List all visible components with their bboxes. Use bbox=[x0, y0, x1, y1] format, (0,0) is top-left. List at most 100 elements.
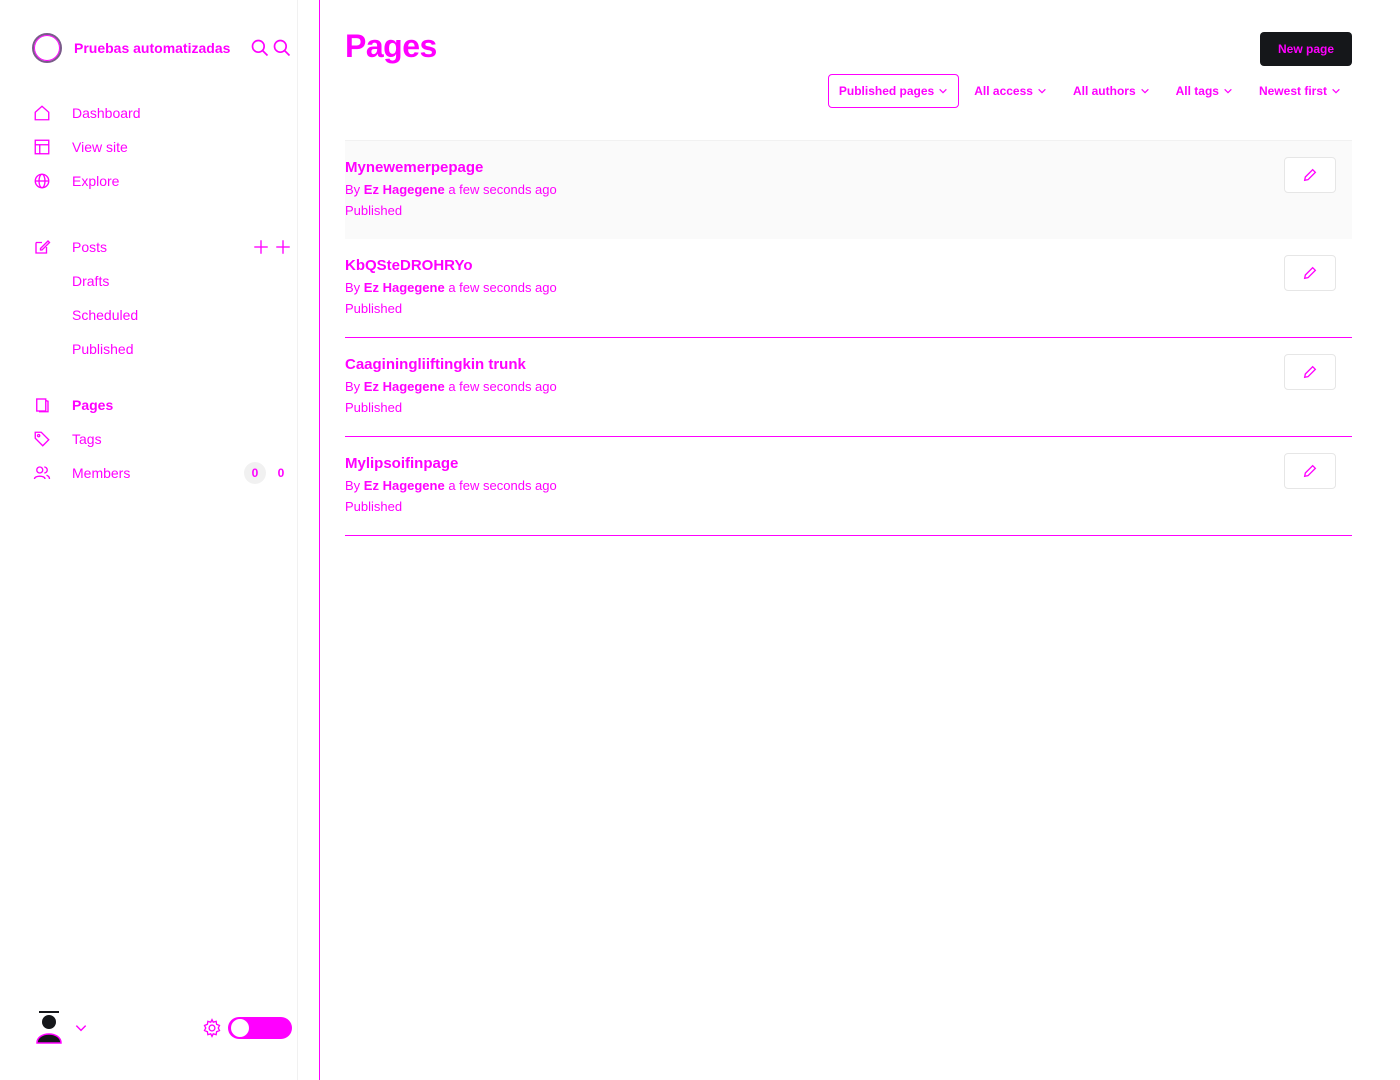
chevron-down-icon bbox=[1224, 88, 1232, 94]
filter-label: Newest first bbox=[1258, 84, 1327, 98]
page-time: a few seconds ago bbox=[448, 280, 557, 295]
nav-label: View site bbox=[72, 139, 128, 155]
chevron-down-icon bbox=[939, 88, 948, 94]
nav-label: Explore bbox=[72, 173, 120, 189]
nav-item-members[interactable]: Members 0 0 bbox=[32, 456, 292, 490]
search-button[interactable] bbox=[250, 38, 292, 58]
pencil-icon bbox=[1303, 365, 1317, 379]
filter-label: All authors bbox=[1072, 84, 1136, 98]
new-post-button[interactable] bbox=[252, 238, 292, 256]
nav-item-published[interactable]: Published bbox=[32, 332, 292, 366]
filter-label: All tags bbox=[1175, 84, 1219, 98]
filter-label: All access bbox=[974, 84, 1033, 98]
nav-item-view-site[interactable]: View site bbox=[32, 130, 292, 164]
main-content: Pages New page Published pages All acces… bbox=[345, 0, 1352, 1080]
gear-icon[interactable] bbox=[202, 1018, 222, 1038]
page-title-link[interactable]: Mynewemerpepage bbox=[345, 159, 483, 176]
page-meta: By Ez Hagegene a few seconds ago bbox=[345, 478, 557, 493]
dark-mode-toggle[interactable] bbox=[228, 1017, 292, 1039]
page-time: a few seconds ago bbox=[448, 379, 557, 394]
layout-icon bbox=[32, 137, 52, 157]
nav-item-tags[interactable]: Tags bbox=[32, 422, 292, 456]
nav-label: Pages bbox=[72, 397, 114, 413]
edit-page-button[interactable] bbox=[1284, 453, 1336, 489]
nav-item-posts[interactable]: Posts bbox=[32, 230, 292, 264]
edit-page-button[interactable] bbox=[1284, 255, 1336, 291]
home-icon bbox=[32, 103, 52, 123]
sidebar: Pruebas automatizadas Dashboard View sit… bbox=[0, 0, 320, 1080]
pencil-icon bbox=[1303, 464, 1317, 478]
type-filter[interactable]: Published pages bbox=[827, 74, 960, 108]
list-item[interactable]: KbQSteDROHRYo By Ez Hagegene a few secon… bbox=[345, 239, 1352, 338]
page-author: Ez Hagegene bbox=[363, 478, 445, 493]
order-filter[interactable]: Newest first bbox=[1248, 74, 1352, 108]
sidebar-divider bbox=[297, 0, 298, 1080]
tag-filter[interactable]: All tags bbox=[1165, 74, 1244, 108]
pencil-icon bbox=[1303, 266, 1317, 280]
plus-icon bbox=[276, 240, 290, 254]
list-item[interactable]: Mylipsoifinpage By Ez Hagegene a few sec… bbox=[345, 437, 1352, 536]
filter-bar: Published pages All access All authors A… bbox=[827, 74, 1352, 108]
access-filter[interactable]: All access bbox=[963, 74, 1058, 108]
globe-icon bbox=[32, 171, 52, 191]
plus-icon bbox=[254, 240, 268, 254]
search-icon bbox=[251, 39, 269, 57]
edit-icon bbox=[32, 237, 52, 257]
chevron-down-icon[interactable] bbox=[74, 1021, 88, 1035]
nav-item-scheduled[interactable]: Scheduled bbox=[32, 298, 292, 332]
page-author: Ez Hagegene bbox=[363, 379, 445, 394]
nav-label: Posts bbox=[72, 239, 108, 255]
meta-prefix: By bbox=[345, 182, 361, 197]
filter-label: Published pages bbox=[838, 84, 935, 98]
edit-page-button[interactable] bbox=[1284, 157, 1336, 193]
page-time: a few seconds ago bbox=[448, 182, 557, 197]
main-nav: Dashboard View site Explore bbox=[32, 96, 292, 198]
manage-nav: Pages Tags Members 0 0 bbox=[32, 388, 292, 490]
footer-controls bbox=[202, 1017, 292, 1039]
site-logo-icon bbox=[32, 33, 62, 63]
content-nav: Posts Drafts Scheduled Published bbox=[32, 230, 292, 366]
chevron-down-icon bbox=[1140, 88, 1149, 94]
page-status: Published bbox=[345, 203, 403, 218]
pencil-icon bbox=[1303, 168, 1317, 182]
list-item[interactable]: Caaginingliiftingkin trunk By Ez Hagegen… bbox=[345, 338, 1352, 437]
site-name: Pruebas automatizadas bbox=[74, 40, 231, 56]
members-count-text: 0 bbox=[277, 466, 285, 480]
nav-label: Dashboard bbox=[72, 105, 141, 121]
chevron-down-icon bbox=[1332, 88, 1340, 94]
tag-icon bbox=[32, 429, 52, 449]
nav-item-explore[interactable]: Explore bbox=[32, 164, 292, 198]
page-meta: By Ez Hagegene a few seconds ago bbox=[345, 280, 557, 295]
page-status: Published bbox=[345, 301, 403, 316]
page-meta: By Ez Hagegene a few seconds ago bbox=[345, 379, 557, 394]
list-item[interactable]: Mynewemerpepage By Ez Hagegene a few sec… bbox=[345, 140, 1352, 239]
members-count: 0 0 bbox=[244, 462, 292, 484]
sidebar-footer bbox=[32, 1008, 292, 1048]
meta-prefix: By bbox=[345, 280, 361, 295]
author-filter[interactable]: All authors bbox=[1062, 74, 1161, 108]
nav-item-pages[interactable]: Pages bbox=[32, 388, 292, 422]
toggle-knob bbox=[230, 1018, 250, 1038]
page-title: Pages bbox=[345, 28, 437, 64]
page-time: a few seconds ago bbox=[448, 478, 557, 493]
page-title-link[interactable]: KbQSteDROHRYo bbox=[345, 257, 473, 274]
page-status: Published bbox=[345, 400, 403, 415]
nav-item-drafts[interactable]: Drafts bbox=[32, 264, 292, 298]
page-meta: By Ez Hagegene a few seconds ago bbox=[345, 182, 557, 197]
site-brand[interactable]: Pruebas automatizadas bbox=[32, 32, 292, 64]
page-author: Ez Hagegene bbox=[363, 280, 445, 295]
chevron-down-icon bbox=[1038, 88, 1046, 94]
nav-label: Drafts bbox=[72, 273, 110, 289]
edit-page-button[interactable] bbox=[1284, 354, 1336, 390]
members-count-badge: 0 bbox=[244, 462, 266, 484]
new-page-button[interactable]: New page bbox=[1260, 32, 1352, 66]
page-title-link[interactable]: Caaginingliiftingkin trunk bbox=[345, 356, 526, 373]
user-icon bbox=[36, 1011, 62, 1044]
page-status: Published bbox=[345, 499, 403, 514]
nav-item-dashboard[interactable]: Dashboard bbox=[32, 96, 292, 130]
members-icon bbox=[32, 463, 52, 483]
user-avatar[interactable] bbox=[32, 1011, 66, 1045]
page-title-link[interactable]: Mylipsoifinpage bbox=[345, 455, 458, 472]
pages-list: Mynewemerpepage By Ez Hagegene a few sec… bbox=[345, 140, 1352, 536]
page-author: Ez Hagegene bbox=[363, 182, 445, 197]
